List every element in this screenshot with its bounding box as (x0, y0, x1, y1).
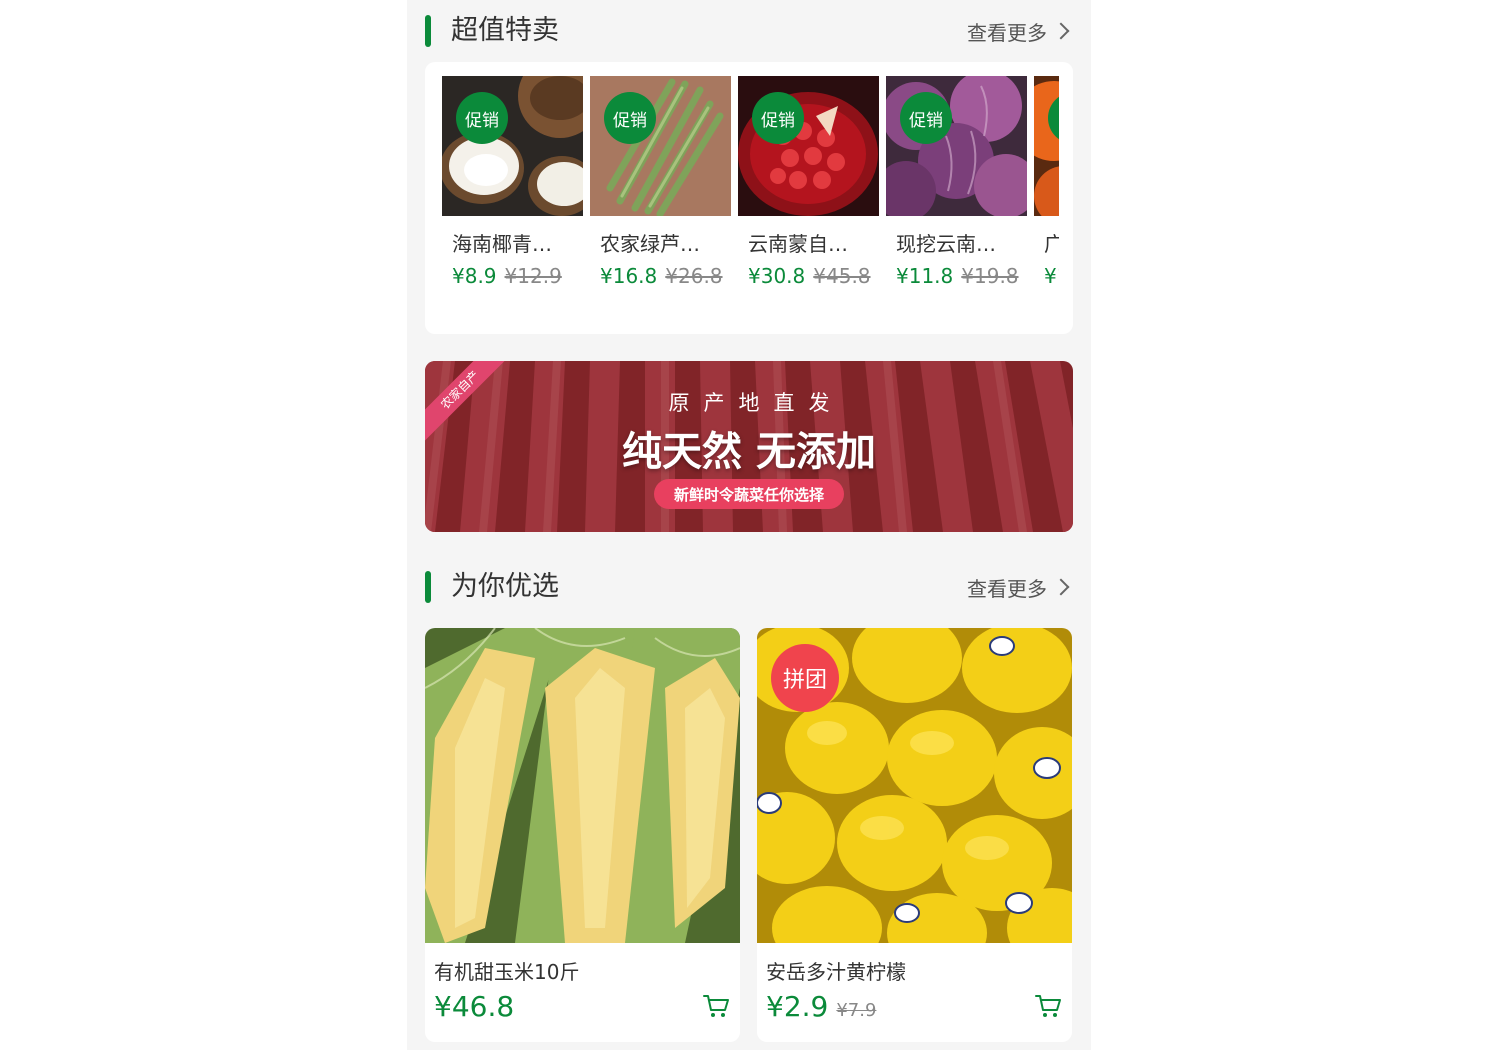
promo-badge: 促销 (752, 92, 804, 144)
deal-name: 云南蒙自… (748, 232, 848, 256)
deals-section-header: 超值特卖 查看更多 (425, 12, 1073, 52)
deals-view-more-link[interactable]: 查看更多 (967, 12, 1073, 50)
deal-current-price: ¥1 (1044, 264, 1059, 288)
deals-section-title: 超值特卖 (451, 15, 559, 46)
add-to-cart-button[interactable] (1034, 992, 1062, 1020)
deal-original-price: ¥19.8 (961, 264, 1019, 288)
add-to-cart-button[interactable] (702, 992, 730, 1020)
product-name: 安岳多汁黄柠檬 (766, 960, 906, 984)
promo-banner[interactable]: 农家自产 原产地直发 纯天然 无添加 新鲜时令蔬菜任你选择 (425, 361, 1073, 532)
deal-item[interactable]: 促销 现挖云南… ¥11.8 ¥19.8 (886, 76, 1027, 316)
promo-badge: 促销 (900, 92, 952, 144)
banner-title: 纯天然 无添加 (622, 429, 876, 475)
product-price: ¥2.9 ¥7.9 (766, 990, 876, 1023)
product-price: ¥46.8 (434, 990, 514, 1023)
group-buy-badge: 拼团 (771, 644, 839, 712)
product-card[interactable]: 有机甜玉米10斤 ¥46.8 (425, 628, 740, 1042)
lemon-image: 拼团 (757, 628, 1072, 943)
picks-section-title: 为你优选 (451, 571, 559, 602)
product-current-price: ¥46.8 (434, 990, 515, 1023)
deal-current-price: ¥11.8 (896, 264, 954, 288)
picks-section-header: 为你优选 查看更多 (425, 568, 1073, 608)
coconut-image: 促销 (442, 76, 583, 216)
onion-image: 促销 (886, 76, 1027, 216)
product-name: 有机甜玉米10斤 (434, 960, 580, 984)
picks-view-more-link[interactable]: 查看更多 (967, 568, 1073, 606)
deal-item[interactable]: 促 广 ¥1 (1034, 76, 1059, 316)
chevron-right-icon (1052, 578, 1070, 596)
app-screen: 超值特卖 查看更多 促销 海南椰青… ¥8.9 ¥12.9 促销 农家绿芦… ¥… (407, 0, 1091, 1050)
deal-original-price: ¥26.8 (665, 264, 723, 288)
deal-current-price: ¥30.8 (748, 264, 806, 288)
deal-item[interactable]: 促销 海南椰青… ¥8.9 ¥12.9 (442, 76, 583, 316)
deal-price: ¥16.8 ¥26.8 (600, 264, 723, 288)
view-more-label: 查看更多 (967, 20, 1047, 45)
deal-original-price: ¥12.9 (504, 264, 562, 288)
product-card[interactable]: 拼团 安岳多汁黄柠檬 ¥2.9 ¥7.9 (757, 628, 1072, 1042)
section-accent-bar (425, 15, 431, 47)
section-accent-bar (425, 571, 431, 603)
deal-item[interactable]: 促销 云南蒙自… ¥30.8 ¥45.8 (738, 76, 879, 316)
orange-image: 促 (1034, 76, 1059, 216)
cart-icon (703, 995, 729, 1017)
product-current-price: ¥2.9 (766, 990, 829, 1023)
deal-price: ¥8.9 ¥12.9 (452, 264, 562, 288)
banner-tagline-pill: 新鲜时令蔬菜任你选择 (654, 479, 844, 509)
view-more-label: 查看更多 (967, 576, 1047, 601)
deal-name: 现挖云南… (896, 232, 996, 256)
product-original-price: ¥7.9 (836, 1000, 877, 1021)
deal-original-price: ¥45.8 (813, 264, 871, 288)
asparagus-image: 促销 (590, 76, 731, 216)
deal-price: ¥1 (1044, 264, 1059, 288)
pomegranate-image: 促销 (738, 76, 879, 216)
corn-image (425, 628, 740, 943)
deals-card: 促销 海南椰青… ¥8.9 ¥12.9 促销 农家绿芦… ¥16.8 ¥26.8… (425, 62, 1073, 334)
deals-carousel[interactable]: 促销 海南椰青… ¥8.9 ¥12.9 促销 农家绿芦… ¥16.8 ¥26.8… (442, 76, 1059, 316)
banner-subtitle: 原产地直发 (668, 391, 844, 415)
promo-badge: 促销 (604, 92, 656, 144)
promo-badge: 促销 (456, 92, 508, 144)
deal-price: ¥30.8 ¥45.8 (748, 264, 871, 288)
deal-name: 海南椰青… (452, 232, 552, 256)
chevron-right-icon (1052, 22, 1070, 40)
cart-icon (1035, 995, 1061, 1017)
deal-name: 农家绿芦… (600, 232, 700, 256)
deal-name: 广 (1044, 232, 1059, 256)
deal-current-price: ¥16.8 (600, 264, 658, 288)
deal-price: ¥11.8 ¥19.8 (896, 264, 1019, 288)
deal-current-price: ¥8.9 (452, 264, 497, 288)
deal-item[interactable]: 促销 农家绿芦… ¥16.8 ¥26.8 (590, 76, 731, 316)
